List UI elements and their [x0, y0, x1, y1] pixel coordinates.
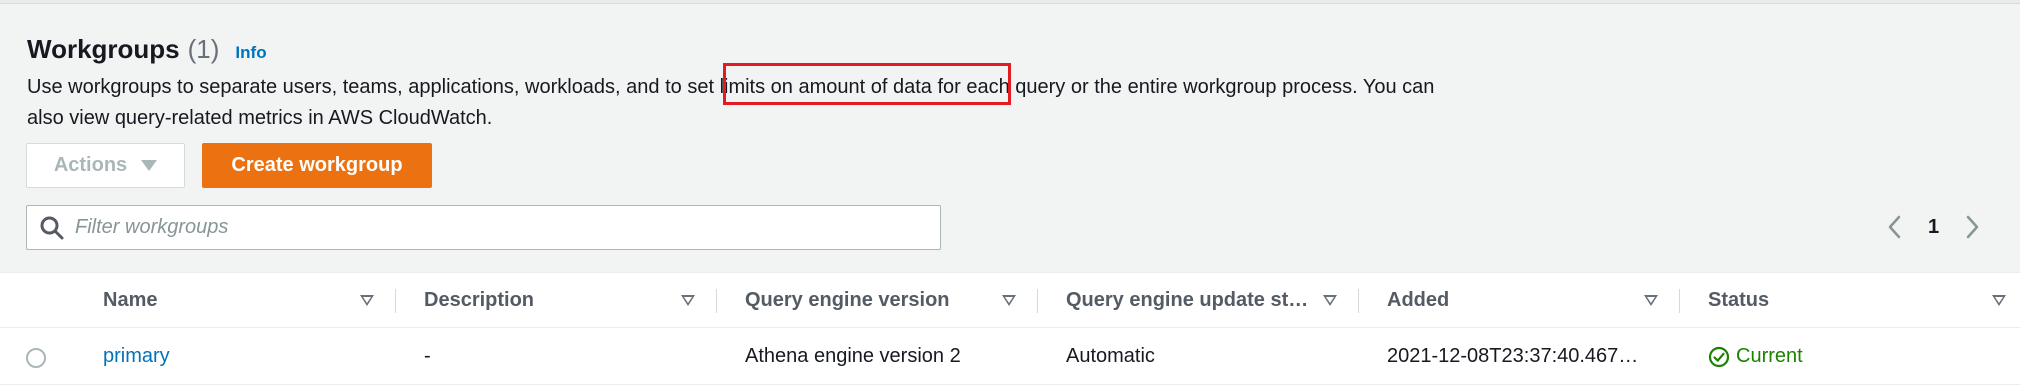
column-label: Query engine update st… [1066, 289, 1309, 311]
query-engine-update-status-cell: Automatic [1066, 345, 1155, 367]
column-header-query-engine-update-status[interactable]: Query engine update st… [1066, 273, 1346, 328]
row-select-radio[interactable] [26, 348, 46, 368]
sort-icon[interactable] [681, 295, 695, 306]
annotation-highlight-box [723, 63, 1011, 105]
column-label: Query engine version [745, 289, 950, 311]
actions-dropdown-button[interactable]: Actions [26, 143, 185, 188]
sort-icon[interactable] [1644, 295, 1658, 306]
table-header: Name Description Query engine version Qu… [0, 273, 2020, 328]
column-label: Status [1708, 289, 1770, 311]
column-label: Name [103, 289, 158, 311]
next-page-button[interactable] [1957, 212, 1987, 242]
status-label: Current [1736, 345, 1803, 367]
column-header-description[interactable]: Description [424, 273, 704, 328]
column-label: Added [1387, 289, 1450, 311]
info-link[interactable]: Info [235, 43, 266, 63]
section-header: Workgroups (1) Info [27, 34, 267, 65]
workgroup-name-link[interactable]: primary [103, 328, 170, 385]
column-divider[interactable] [395, 289, 396, 313]
filter-box [26, 205, 941, 250]
sort-icon[interactable] [1992, 295, 2006, 306]
column-header-status[interactable]: Status [1708, 273, 2008, 328]
title-row: Workgroups (1) Info [27, 34, 267, 65]
top-divider [0, 0, 2020, 4]
table-row[interactable]: primary - Athena engine version 2 Automa… [0, 328, 2020, 385]
chevron-right-icon [1966, 215, 1979, 239]
query-engine-version-cell: Athena engine version 2 [745, 345, 961, 367]
create-workgroup-label: Create workgroup [231, 154, 403, 176]
search-icon [40, 216, 64, 239]
chevron-left-icon [1888, 215, 1901, 239]
column-divider[interactable] [1358, 289, 1359, 313]
current-page[interactable]: 1 [1928, 216, 1939, 239]
added-cell: 2021-12-08T23:37:40.467… [1387, 345, 1639, 367]
column-header-query-engine-version[interactable]: Query engine version [745, 273, 1025, 328]
check-circle-icon [1708, 346, 1730, 367]
create-workgroup-button[interactable]: Create workgroup [202, 143, 432, 188]
description-cell: - [424, 345, 431, 367]
previous-page-button[interactable] [1880, 212, 1910, 242]
status-cell: Current [1708, 328, 1803, 385]
actions-label: Actions [53, 154, 128, 176]
sort-icon[interactable] [360, 295, 374, 306]
workgroup-count: (1) [187, 34, 220, 64]
column-divider[interactable] [1679, 289, 1680, 313]
sort-icon[interactable] [1323, 295, 1337, 306]
caret-down-icon [141, 160, 158, 171]
pagination: 1 [1880, 212, 1987, 242]
column-divider[interactable] [1037, 289, 1038, 313]
column-label: Description [424, 289, 535, 311]
workgroups-table: Name Description Query engine version Qu… [0, 272, 2020, 385]
page-title: Workgroups [27, 34, 180, 64]
sort-icon[interactable] [1002, 295, 1016, 306]
filter-workgroups-input[interactable] [75, 216, 915, 239]
column-header-name[interactable]: Name [103, 273, 383, 328]
column-divider[interactable] [716, 289, 717, 313]
column-header-added[interactable]: Added [1387, 273, 1667, 328]
